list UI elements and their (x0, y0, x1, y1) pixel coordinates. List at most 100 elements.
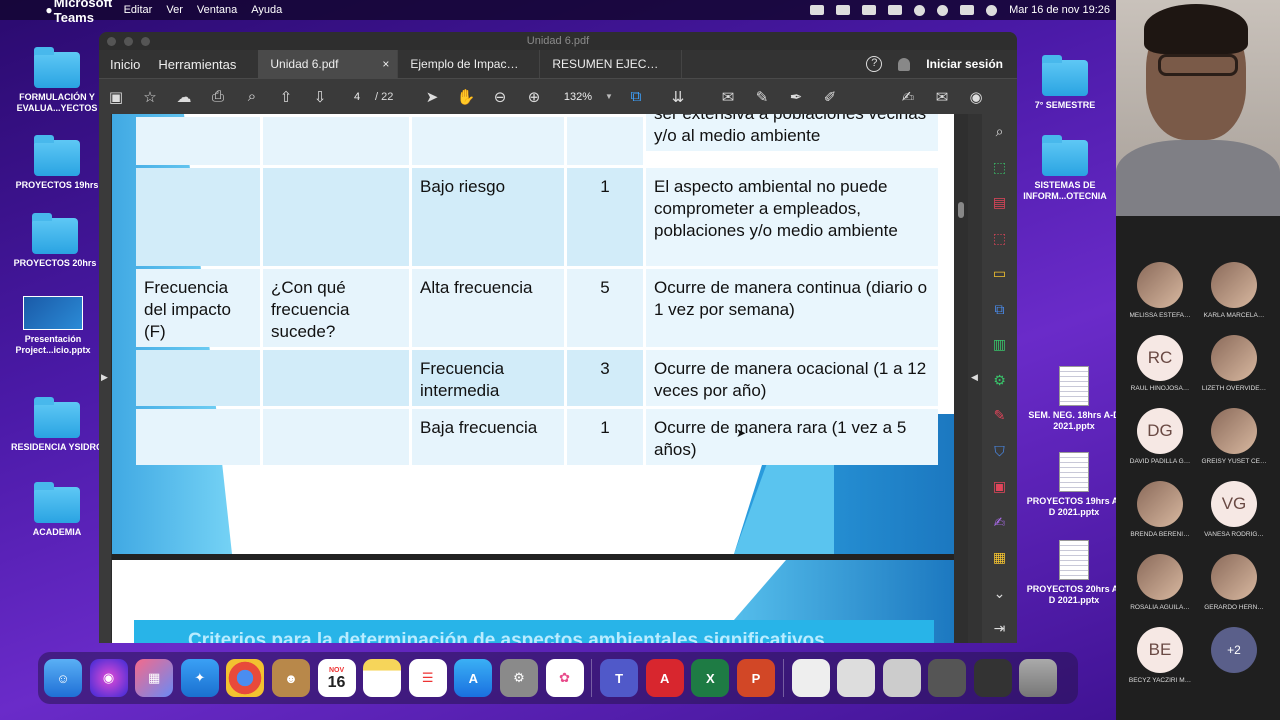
menu-editar[interactable]: Editar (124, 4, 153, 16)
reminders-icon[interactable]: ☰ (408, 659, 447, 697)
save-icon[interactable]: ▣ (99, 79, 133, 115)
desktop-file-proyectos-20[interactable]: PROYECTOS 20hrs A-D 2021.pptx (1026, 540, 1122, 606)
export-pdf-icon[interactable]: ⬚ (982, 150, 1017, 186)
expand-right-icon[interactable]: ◀ (971, 372, 978, 383)
powerpoint-icon[interactable]: P (736, 659, 775, 697)
maximize-window-button[interactable] (141, 37, 150, 46)
menu-app-name[interactable]: Microsoft Teams (54, 0, 113, 29)
nav-inicio[interactable]: Inicio (110, 57, 140, 72)
safari-icon[interactable]: ✦ (180, 659, 219, 697)
comment-tool-icon[interactable]: ▭ (982, 256, 1017, 292)
create-pdf-icon[interactable]: ⬚ (982, 221, 1017, 257)
highlight-pen-icon[interactable]: ✎ (745, 79, 779, 115)
zoom-search-icon[interactable]: ⌕ (235, 79, 269, 115)
expand-left-icon[interactable]: ▶ (101, 372, 108, 383)
menu-datetime[interactable]: Mar 16 de nov 19:26 (1009, 4, 1110, 16)
teams-icon[interactable]: T (600, 659, 639, 697)
finder-icon[interactable]: ☺ (44, 659, 82, 697)
nav-herramientas[interactable]: Herramientas (158, 57, 236, 72)
right-panel-toggle[interactable]: ◀ (968, 114, 982, 643)
system-preferences-icon[interactable]: ⚙ (499, 659, 538, 697)
participant-tile[interactable]: DG DAVID PADILLA G… (1123, 408, 1197, 465)
network-icon[interactable] (836, 5, 851, 15)
search-icon[interactable] (937, 4, 949, 16)
redact-icon[interactable]: ▣ (982, 469, 1017, 505)
control-center-icon[interactable] (960, 5, 975, 15)
participant-tile[interactable]: KARLA MARCELA… (1197, 262, 1271, 319)
minimized-window-thumbnail[interactable] (791, 659, 830, 697)
scan-ocr-icon[interactable]: ⚙ (982, 363, 1017, 399)
menu-ayuda[interactable]: Ayuda (251, 4, 282, 16)
comment-icon[interactable]: ✉ (711, 79, 745, 115)
desktop-file-presentacion[interactable]: Presentación Project...icio.pptx (5, 296, 101, 356)
desktop-folder-proyectos-19[interactable]: PROYECTOS 19hrs (9, 135, 105, 191)
more-participants-button[interactable]: +2 (1197, 627, 1271, 677)
fill-sign-tool-icon[interactable]: ✎ (982, 398, 1017, 434)
protect-icon[interactable]: ⛉ (982, 434, 1017, 470)
menu-ventana[interactable]: Ventana (197, 4, 237, 16)
print-icon[interactable]: ⎙ (201, 79, 235, 115)
desktop-folder-academia[interactable]: ACADEMIA (9, 482, 105, 538)
more-tools-icon[interactable]: ▦ (982, 540, 1017, 576)
trash-icon[interactable] (1019, 659, 1058, 697)
organize-pages-icon[interactable]: ▤ (982, 185, 1017, 221)
desktop-folder-formulacion[interactable]: FORMULACIÓN Y EVALUA...YECTOS (9, 47, 105, 114)
contacts-icon[interactable]: ☻ (271, 659, 310, 697)
signin-button[interactable]: Iniciar sesión (926, 57, 1003, 71)
participant-tile[interactable]: MELISSA ESTEFA… (1123, 262, 1197, 319)
zoom-in-icon[interactable]: ⊕ (517, 79, 551, 115)
bell-icon[interactable] (898, 57, 911, 71)
minimized-window-thumbnail[interactable] (928, 659, 967, 697)
page-up-icon[interactable]: ⇧ (269, 79, 303, 115)
combine-files-icon[interactable]: ⧉ (982, 292, 1017, 328)
chrome-icon[interactable] (226, 659, 265, 697)
zoom-level-select[interactable]: 132% (551, 91, 605, 103)
desktop-folder-sistemas[interactable]: SISTEMAS DE INFORM...OTECNIA (1017, 135, 1113, 202)
participant-tile[interactable]: GERARDO HERN… (1197, 554, 1271, 611)
send-signature-icon[interactable]: ✍ (982, 505, 1017, 541)
close-tab-icon[interactable]: × (382, 50, 389, 78)
acrobat-icon[interactable]: A (645, 659, 684, 697)
close-window-button[interactable] (107, 37, 116, 46)
participant-tile[interactable]: GREISY YUSET CE… (1197, 408, 1271, 465)
menu-ver[interactable]: Ver (166, 4, 183, 16)
fit-page-icon[interactable]: ⧉ (619, 79, 653, 115)
teams-video-feed[interactable] (1116, 0, 1280, 216)
bookmark-star-icon[interactable]: ☆ (133, 79, 167, 115)
zoom-out-icon[interactable]: ⊖ (483, 79, 517, 115)
stack-icon[interactable] (810, 5, 825, 15)
fill-sign-icon[interactable]: ✍ (891, 79, 925, 115)
hand-tool-icon[interactable]: ✋ (449, 79, 483, 115)
siri-icon[interactable] (986, 4, 998, 16)
scroll-mode-icon[interactable]: ⇊ (661, 79, 695, 115)
chevron-down-icon[interactable]: ⌄ (982, 576, 1017, 612)
select-cursor-icon[interactable]: ➤ (415, 79, 449, 115)
notes-icon[interactable] (363, 659, 402, 697)
participant-tile[interactable]: BRENDA BERENI… (1123, 481, 1197, 538)
search-tool-icon[interactable]: ⌕ (982, 114, 1017, 150)
document-area[interactable]: ▶ ser extensiva a poblaciones vecinas y/… (99, 114, 1017, 643)
account-icon[interactable]: ◉ (959, 79, 993, 115)
launchpad-icon[interactable]: ▦ (135, 659, 174, 697)
display-icon[interactable] (862, 5, 877, 15)
vertical-scrollbar[interactable] (954, 114, 968, 643)
calendar-icon[interactable]: NOV 16 (317, 659, 356, 697)
desktop-file-sem-neg[interactable]: SEM. NEG. 18hrs A-D 2021.pptx (1026, 366, 1122, 432)
participant-tile[interactable]: VG VANESA RODRIG… (1197, 481, 1271, 538)
desktop-folder-residencia[interactable]: RESIDENCIA YSIDRO (9, 397, 105, 453)
compress-pdf-icon[interactable]: ▥ (982, 327, 1017, 363)
desktop-folder-proyectos-20[interactable]: PROYECTOS 20hrs (7, 213, 103, 269)
minimize-window-button[interactable] (124, 37, 133, 46)
minimized-window-thumbnail[interactable] (973, 659, 1012, 697)
participant-tile[interactable]: ROSALIA AGUILA… (1123, 554, 1197, 611)
participant-tile[interactable]: RC RAUL HINOJOSA… (1123, 335, 1197, 392)
app-store-icon[interactable]: A (454, 659, 493, 697)
excel-icon[interactable]: X (691, 659, 730, 697)
participant-tile[interactable]: BE BECYZ YACZIRI M… (1123, 627, 1197, 684)
edit-pdf-icon[interactable]: ✐ (813, 79, 847, 115)
tab-resumen-ejecutivo[interactable]: RESUMEN EJEC… (540, 50, 683, 78)
sign-pen-icon[interactable]: ✒ (779, 79, 813, 115)
minimized-window-thumbnail[interactable] (837, 659, 876, 697)
page-down-icon[interactable]: ⇩ (303, 79, 337, 115)
battery-icon[interactable] (888, 5, 903, 15)
